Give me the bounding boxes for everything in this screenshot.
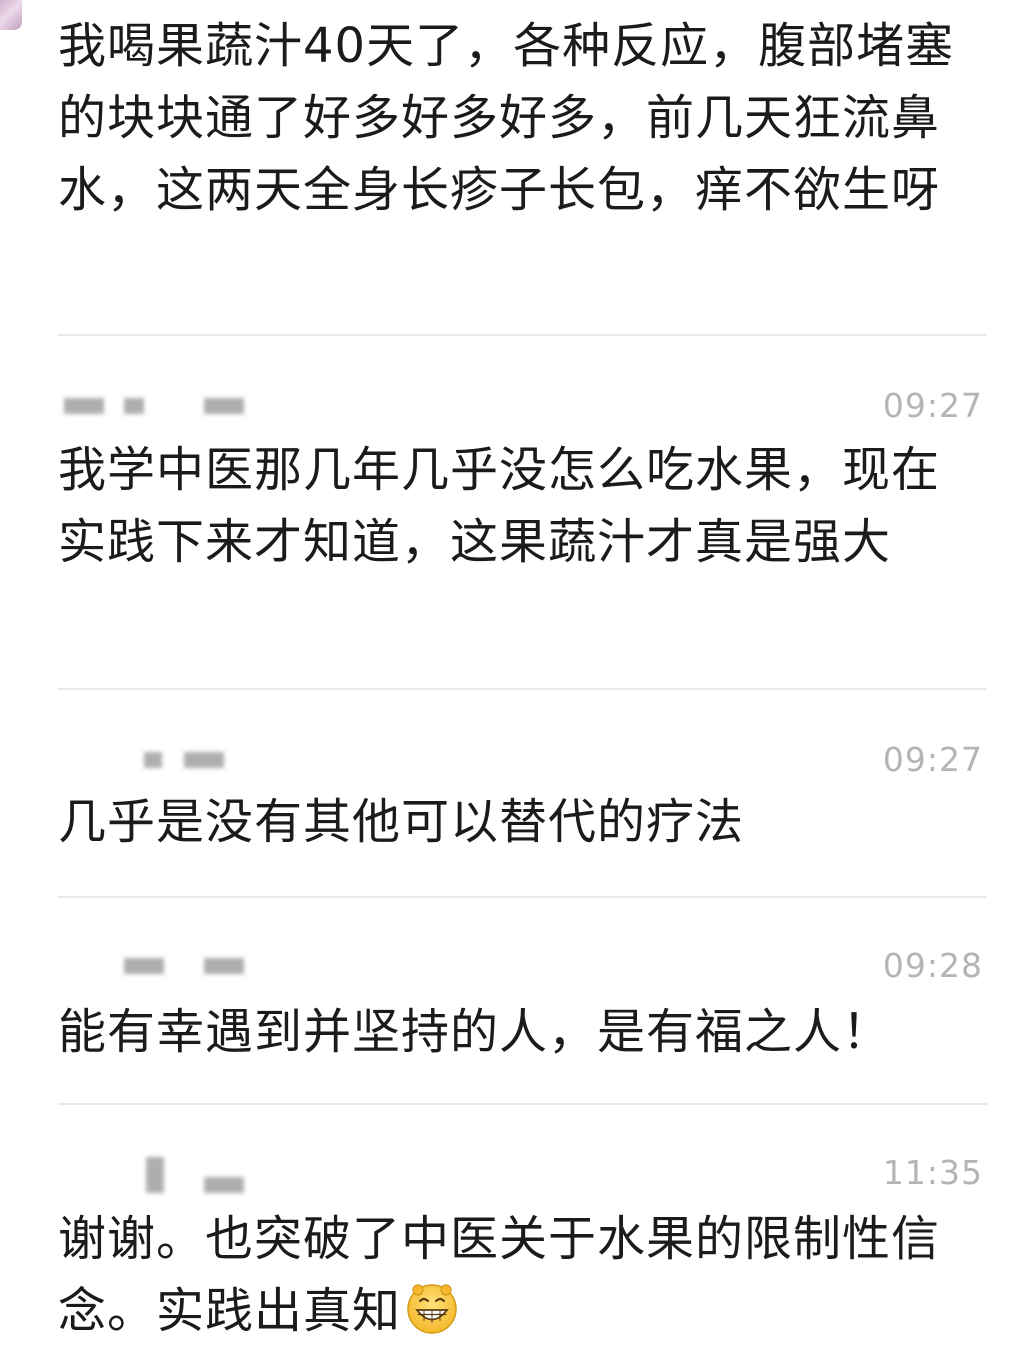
divider <box>58 896 987 898</box>
comment-item: 09:28 能有幸遇到并坚持的人，是有福之人！ <box>58 946 987 1068</box>
comment-item: 我喝果蔬汁40天了，各种反应，腹部堵塞的块块通了好多好多好多，前几天狂流鼻水，这… <box>58 10 987 226</box>
comment-body: 谢谢。也突破了中医关于水果的限制性信念。实践出真知 <box>58 1203 987 1347</box>
comment-body: 几乎是没有其他可以替代的疗法 <box>58 794 745 850</box>
divider <box>58 688 987 690</box>
grinning-face-emoji <box>407 1284 457 1334</box>
blurred-username <box>124 958 164 974</box>
blurred-username <box>64 398 104 414</box>
comment-body-text: 谢谢。也突破了中医关于水果的限制性信念。实践出真知 <box>58 1211 941 1339</box>
blurred-username <box>184 752 224 768</box>
comment-item: 11:35 谢谢。也突破了中医关于水果的限制性信念。实践出真知 <box>58 1153 987 1347</box>
comment-body: 我喝果蔬汁40天了，各种反应，腹部堵塞的块块通了好多好多好多，前几天狂流鼻水，这… <box>58 18 955 218</box>
comment-timestamp: 09:27 <box>882 386 983 425</box>
comment-body: 我学中医那几年几乎没怎么吃水果，现在实践下来才知道，这果蔬汁才真是强大 <box>58 442 941 570</box>
comment-timestamp: 09:28 <box>882 946 983 985</box>
comment-header: 09:28 <box>58 946 987 985</box>
comment-header: 11:35 <box>58 1153 987 1193</box>
blurred-username <box>204 958 244 974</box>
comment-timestamp: 09:27 <box>882 740 983 779</box>
blurred-username <box>204 398 244 414</box>
blurred-username <box>144 752 162 768</box>
divider <box>58 334 987 336</box>
comment-header: 09:27 <box>58 386 987 425</box>
comment-thread: 我喝果蔬汁40天了，各种反应，腹部堵塞的块块通了好多好多好多，前几天狂流鼻水，这… <box>0 0 1027 1351</box>
comment-body: 能有幸遇到并坚持的人，是有福之人！ <box>58 1004 892 1060</box>
blurred-username <box>146 1157 164 1193</box>
comment-item: 09:27 几乎是没有其他可以替代的疗法 <box>58 740 987 858</box>
blurred-username <box>204 1177 244 1193</box>
blurred-username <box>124 398 144 414</box>
comment-header: 09:27 <box>58 740 987 779</box>
comment-timestamp: 11:35 <box>882 1153 983 1192</box>
avatar[interactable] <box>0 0 22 30</box>
comment-item: 09:27 我学中医那几年几乎没怎么吃水果，现在实践下来才知道，这果蔬汁才真是强… <box>58 386 987 578</box>
divider <box>58 1103 987 1105</box>
